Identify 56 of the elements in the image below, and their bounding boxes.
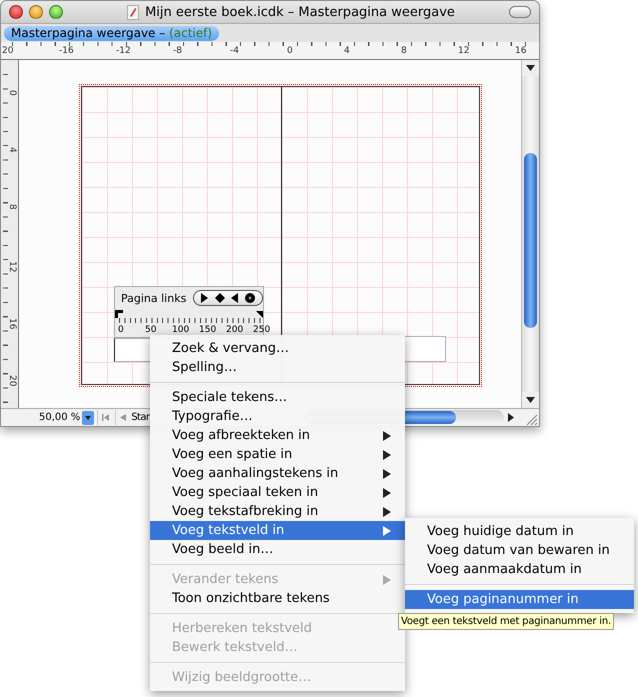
menu-item[interactable]: Voeg datum van bewaren in <box>405 541 634 560</box>
ruler-label: -8 <box>173 46 182 56</box>
document-icon <box>127 4 140 20</box>
view-tab[interactable]: Masterpagina weergave – (actief) <box>4 26 220 40</box>
menu-item[interactable]: Voeg tekstafbreking in <box>150 502 405 521</box>
ruler-label: 12 <box>458 46 470 56</box>
menu-item[interactable]: Voeg beeld in… <box>150 540 405 559</box>
zoom-dropdown-icon[interactable] <box>82 410 94 424</box>
page-type-buttons[interactable] <box>193 290 264 306</box>
menu-item[interactable]: Voeg huidige datum in <box>405 522 634 541</box>
toolbar-toggle-button[interactable] <box>509 6 531 18</box>
minimize-icon[interactable] <box>29 5 43 19</box>
ruler-label: 4 <box>344 46 350 56</box>
palette-title: Pagina links <box>121 292 186 304</box>
ruler-label: 0 <box>7 90 17 96</box>
scroll-down-icon[interactable] <box>522 60 539 76</box>
ruler-label: 16 <box>7 318 17 330</box>
tooltip: Voegt een tekstveld met paginanummer in. <box>398 613 614 630</box>
ruler-label: 0 <box>118 325 124 335</box>
scroll-thumb[interactable] <box>524 153 537 328</box>
ruler-label: 150 <box>199 325 216 335</box>
submenu-arrow-icon <box>383 574 391 584</box>
ruler-label: 8 <box>401 46 407 56</box>
zoom-value: 50,00 % <box>39 412 80 423</box>
ruler-label: 12 <box>7 261 17 272</box>
menu-item[interactable]: Spelling… <box>150 358 405 377</box>
window-title: Mijn eerste boek.icdk – Masterpagina weergave <box>145 4 455 20</box>
zoom-icon[interactable] <box>49 5 63 19</box>
menu-item[interactable]: Toon onzichtbare tekens <box>150 589 405 608</box>
ruler-label: -4 <box>230 46 239 56</box>
menu-item[interactable]: Speciale tekens… <box>150 388 405 407</box>
scroll-down-icon[interactable] <box>522 392 539 408</box>
ruler-label: 8 <box>7 204 17 210</box>
ruler-label: 250 <box>253 325 270 335</box>
ruler-label: 50 <box>145 325 156 335</box>
ruler-label: 20 <box>2 46 14 56</box>
ruler-label: 20 <box>7 375 17 386</box>
menu-item[interactable]: Voeg een spatie in <box>150 445 405 464</box>
ruler-label: 4 <box>7 147 17 153</box>
close-icon[interactable] <box>9 5 23 19</box>
menu-item[interactable]: Voeg aanhalingstekens in <box>150 464 405 483</box>
menu-item[interactable]: Zoek & vervang… <box>150 339 405 358</box>
menu-item[interactable]: Voeg paginanummer in <box>405 590 634 609</box>
menu-item[interactable]: Voeg afbreekteken in <box>150 426 405 445</box>
menu-item[interactable]: Typografie… <box>150 407 405 426</box>
menu-item[interactable]: Voeg tekstveld in <box>150 521 405 540</box>
master-page-name: Star <box>131 412 150 423</box>
ruler-label: -16 <box>59 46 74 56</box>
ruler-label: 100 <box>172 325 190 335</box>
ruler-label: 16 <box>515 46 526 56</box>
ruler-label: -12 <box>116 46 131 56</box>
ruler-label: 200 <box>226 325 244 335</box>
menu-item[interactable]: Voeg speciaal teken in <box>150 483 405 502</box>
menu-item[interactable]: Voeg aanmaakdatum in <box>405 560 634 579</box>
vertical-scrollbar[interactable] <box>521 60 539 408</box>
ruler-label: 0 <box>287 46 293 56</box>
